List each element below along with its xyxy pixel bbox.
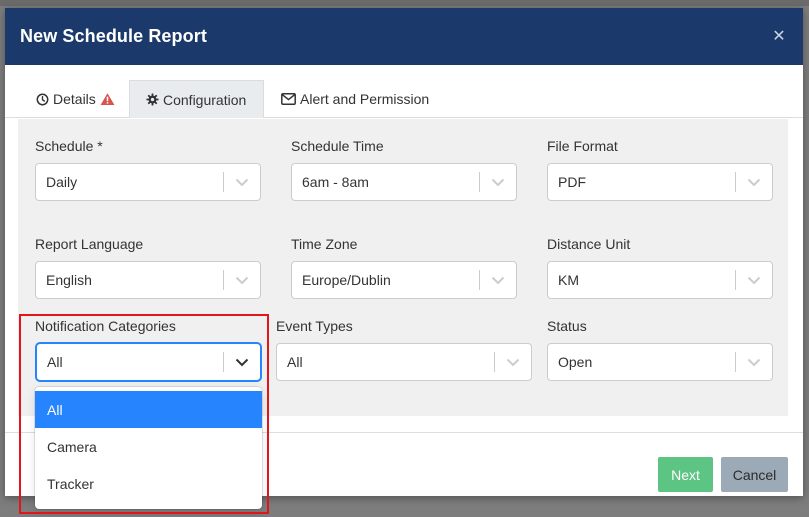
notification-categories-dropdown: All Camera Tracker — [35, 387, 262, 509]
distance-unit-value: KM — [558, 272, 579, 288]
next-button[interactable]: Next — [658, 457, 713, 492]
tab-configuration-label: Configuration — [163, 91, 247, 108]
chevron-down-icon[interactable] — [224, 262, 260, 298]
dropdown-option-all[interactable]: All — [35, 391, 262, 428]
chevron-down-icon[interactable] — [224, 344, 260, 380]
schedule-time-value: 6am - 8am — [302, 174, 369, 190]
chevron-down-icon[interactable] — [736, 344, 772, 380]
warning-icon — [100, 92, 115, 106]
schedule-label: Schedule * — [35, 138, 103, 154]
report-language-select[interactable]: English — [35, 261, 261, 299]
schedule-time-select[interactable]: 6am - 8am — [291, 163, 517, 201]
status-label: Status — [547, 318, 587, 334]
status-field: Status — [547, 317, 587, 335]
envelope-icon — [281, 93, 296, 105]
report-language-label: Report Language — [35, 236, 144, 252]
dropdown-option-camera[interactable]: Camera — [35, 428, 262, 465]
notification-categories-value: All — [47, 354, 63, 370]
clock-icon — [36, 93, 49, 106]
status-value: Open — [558, 354, 593, 370]
chevron-down-icon[interactable] — [224, 164, 260, 200]
notification-categories-label: Notification Categories — [35, 318, 176, 334]
status-select[interactable]: Open — [547, 343, 773, 381]
event-types-select[interactable]: All — [276, 343, 532, 381]
modal-header: New Schedule Report ✕ — [5, 8, 803, 65]
distance-unit-select[interactable]: KM — [547, 261, 773, 299]
schedule-field: Schedule * — [35, 137, 103, 155]
chevron-down-icon[interactable] — [480, 262, 516, 298]
schedule-select[interactable]: Daily — [35, 163, 261, 201]
file-format-field: File Format — [547, 137, 618, 155]
report-language-field: Report Language — [35, 235, 143, 253]
time-zone-value: Europe/Dublin — [302, 272, 391, 288]
cancel-button[interactable]: Cancel — [721, 457, 788, 492]
schedule-value: Daily — [46, 174, 78, 190]
chevron-down-icon[interactable] — [736, 164, 772, 200]
time-zone-label: Time Zone — [291, 236, 358, 252]
notification-categories-select[interactable]: All — [36, 343, 261, 381]
file-format-label: File Format — [547, 138, 618, 154]
schedule-time-label: Schedule Time — [291, 138, 384, 154]
chevron-down-icon[interactable] — [480, 164, 516, 200]
time-zone-field: Time Zone — [291, 235, 357, 253]
tab-configuration[interactable]: Configuration — [129, 80, 264, 118]
background-strip — [0, 0, 809, 6]
tab-bar: Details Configuration Alert and Permissi… — [5, 80, 803, 118]
tab-alert-permission[interactable]: Alert and Permission — [273, 80, 437, 118]
schedule-time-field: Schedule Time — [291, 137, 384, 155]
chevron-down-icon[interactable] — [736, 262, 772, 298]
distance-unit-field: Distance Unit — [547, 235, 630, 253]
event-types-field: Event Types — [276, 317, 353, 335]
report-language-value: English — [46, 272, 92, 288]
tab-details[interactable]: Details — [28, 80, 123, 118]
modal-title: New Schedule Report — [20, 26, 207, 46]
chevron-down-icon[interactable] — [495, 344, 531, 380]
close-icon[interactable]: ✕ — [771, 28, 787, 45]
gear-icon — [146, 93, 159, 106]
configuration-panel: Schedule * Daily Schedule Time 6am - 8am… — [18, 119, 788, 416]
dropdown-option-tracker[interactable]: Tracker — [35, 465, 262, 502]
event-types-value: All — [287, 354, 303, 370]
file-format-value: PDF — [558, 174, 586, 190]
event-types-label: Event Types — [276, 318, 353, 334]
time-zone-select[interactable]: Europe/Dublin — [291, 261, 517, 299]
distance-unit-label: Distance Unit — [547, 236, 631, 252]
tab-details-label: Details — [53, 91, 96, 107]
file-format-select[interactable]: PDF — [547, 163, 773, 201]
notification-categories-field: Notification Categories — [35, 317, 176, 335]
tab-alert-label: Alert and Permission — [300, 91, 430, 107]
